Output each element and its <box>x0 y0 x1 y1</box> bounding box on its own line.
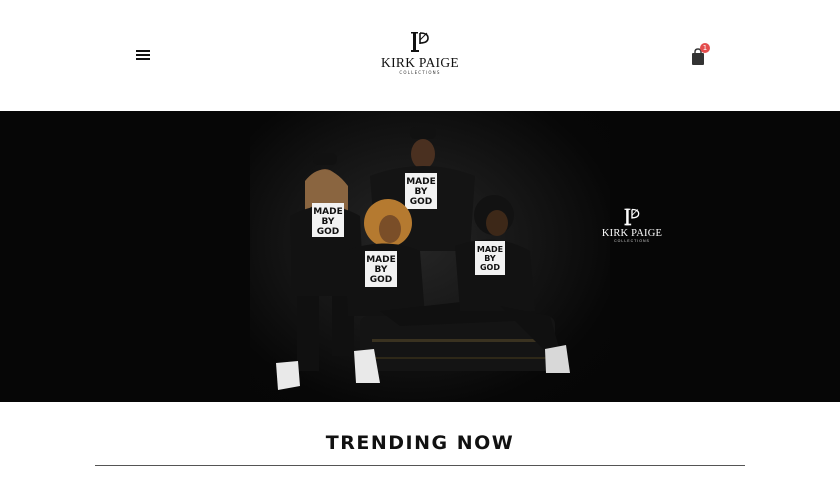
shirt-print-line: GOD <box>370 275 393 285</box>
shirt-print-line: BY <box>322 217 335 227</box>
hero-logo-tagline: COLLECTIONS <box>614 239 650 243</box>
shirt-print-line: MADE <box>406 177 436 187</box>
kp-monogram-icon <box>624 208 640 226</box>
cart-button[interactable]: 1 <box>689 43 711 66</box>
shirt-print-line: MADE <box>366 255 396 265</box>
site-logo[interactable]: KIRK PAIGE COLLECTIONS <box>375 30 465 82</box>
hero-logo: KIRK PAIGE COLLECTIONS <box>598 207 666 243</box>
hamburger-menu-icon[interactable] <box>134 48 152 62</box>
logo-tagline: COLLECTIONS <box>399 70 441 75</box>
site-header: KIRK PAIGE COLLECTIONS 1 <box>0 0 840 111</box>
hero-banner[interactable]: MADE BY GOD MADE BY GOD MADE BY GOD MADE… <box>0 111 840 402</box>
shirt-print-line: GOD <box>410 197 433 207</box>
shirt-print-line: GOD <box>480 263 500 272</box>
hero-photo-models: MADE BY GOD MADE BY GOD MADE BY GOD MADE… <box>276 127 570 390</box>
trending-now-heading: TRENDING NOW <box>325 432 515 454</box>
kp-monogram-icon <box>411 32 429 52</box>
logo-name: KIRK PAIGE <box>381 55 459 70</box>
hero-logo-name: KIRK PAIGE <box>601 228 663 239</box>
section-divider <box>95 465 745 466</box>
menu-line <box>136 54 150 56</box>
shirt-print-line: MADE <box>477 245 503 254</box>
menu-line <box>136 50 150 52</box>
shirt-print-line: BY <box>415 187 428 197</box>
menu-line <box>136 58 150 60</box>
shirt-print-line: GOD <box>317 227 340 237</box>
shirt-print-line: BY <box>484 254 496 263</box>
shirt-print-line: MADE <box>313 207 343 217</box>
cart-count-badge: 1 <box>700 43 710 53</box>
shirt-print-line: BY <box>375 265 388 275</box>
